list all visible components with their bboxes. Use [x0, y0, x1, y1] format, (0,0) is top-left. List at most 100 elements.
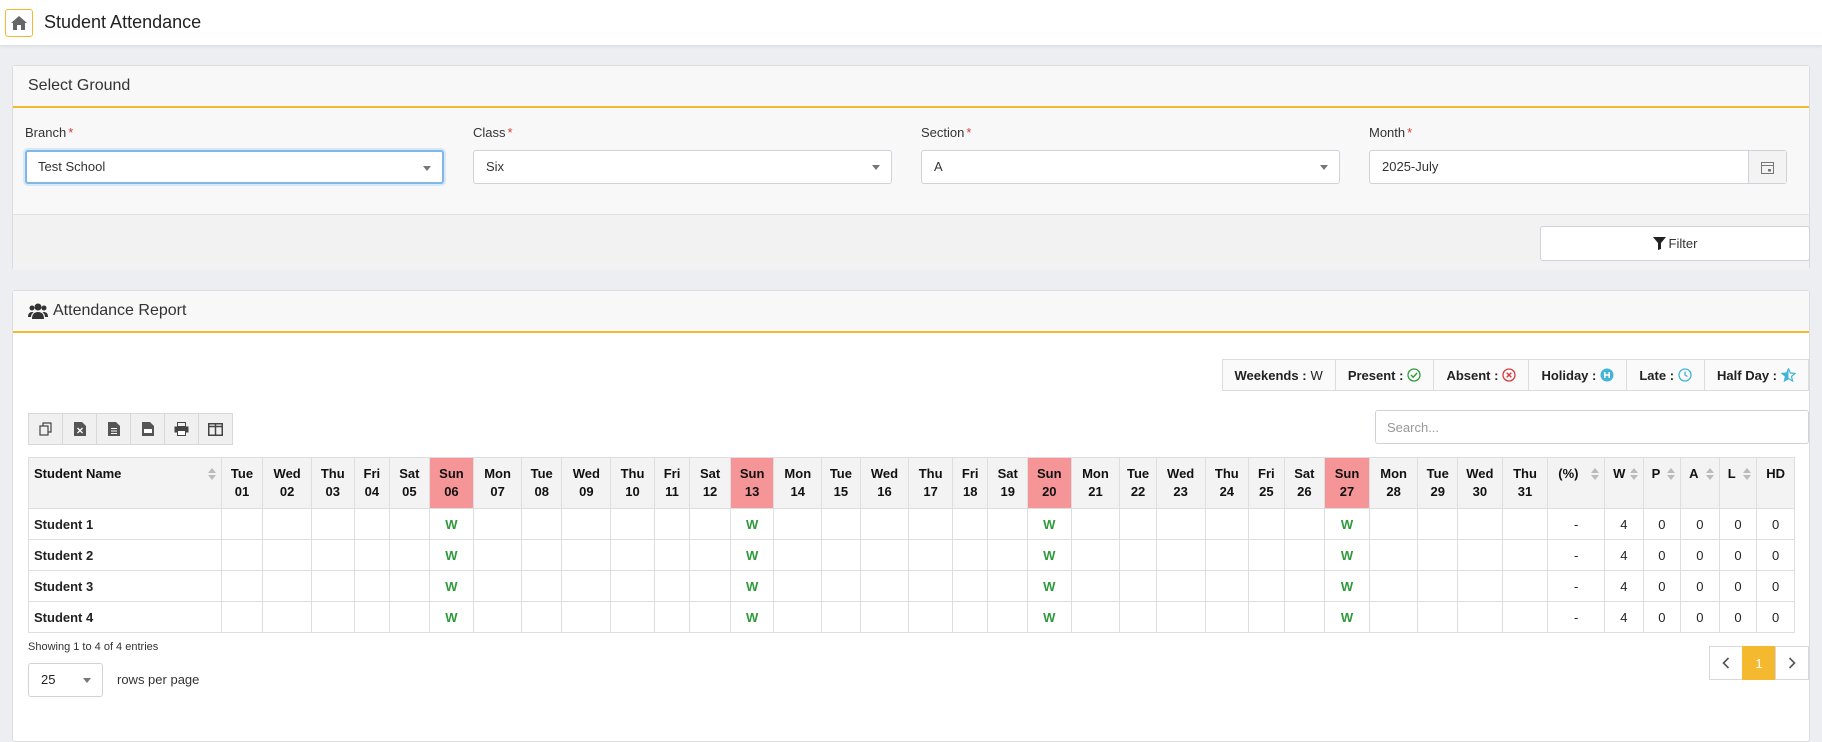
summary-cell-present: 0 [1642, 508, 1682, 540]
rows-per-page-select[interactable]: 25 [28, 663, 103, 697]
day-cell [262, 539, 312, 571]
column-header-day-26: Sat 26 [1283, 457, 1326, 509]
day-cell [951, 570, 989, 602]
day-cell [1119, 539, 1157, 571]
day-cell [561, 508, 612, 540]
day-cell [1417, 508, 1459, 540]
day-cell [220, 508, 264, 540]
day-cell [653, 539, 691, 571]
home-button[interactable] [5, 8, 33, 37]
day-cell [262, 601, 312, 633]
page-title: Student Attendance [44, 12, 202, 32]
calendar-button[interactable] [1748, 151, 1786, 183]
day-cell [1283, 508, 1326, 540]
day-cell: W [428, 570, 475, 602]
summary-cell-absent: 0 [1680, 508, 1720, 540]
day-cell: W [428, 508, 475, 540]
day-cell [987, 601, 1028, 633]
table-row: Student 3WWWW-40000 [28, 570, 1795, 602]
column-header-day-14: Mon 14 [773, 457, 823, 509]
student-name-cell: Student 4 [28, 601, 222, 633]
filter-bar: Filter [13, 214, 1810, 270]
table-info: Showing 1 to 4 of 4 entries [28, 641, 159, 653]
student-name-cell: Student 2 [28, 539, 222, 571]
print-button[interactable] [164, 413, 199, 445]
filter-button[interactable]: Filter [1540, 226, 1810, 261]
excel-button[interactable] [62, 413, 97, 445]
table-row: Student 4WWWW-40000 [28, 601, 1795, 633]
column-header-percent[interactable]: (%) [1547, 457, 1606, 509]
day-cell [859, 539, 910, 571]
day-cell [561, 601, 612, 633]
day-cell [908, 508, 953, 540]
day-cell [653, 508, 691, 540]
column-header-student-name[interactable]: Student Name [28, 457, 222, 509]
day-cell [561, 539, 612, 571]
day-cell: W [1027, 601, 1072, 633]
day-cell [1457, 508, 1503, 540]
day-cell [389, 539, 430, 571]
day-cell [1368, 570, 1419, 602]
day-cell [1204, 539, 1250, 571]
section-label: Section * [921, 125, 972, 140]
attendance-report-panel: Attendance Report Weekends :W Present : … [12, 290, 1810, 742]
day-cell [1155, 601, 1206, 633]
column-header-day-31: Thu 31 [1501, 457, 1549, 509]
day-cell [389, 601, 430, 633]
export-toolbar [28, 413, 233, 445]
branch-select[interactable]: Test School [25, 150, 444, 184]
day-cell: W [729, 601, 775, 633]
column-header-day-07: Mon 07 [473, 457, 522, 509]
column-header-day-16: Wed 16 [859, 457, 910, 509]
pdf-button[interactable] [130, 413, 165, 445]
page-1-button[interactable]: 1 [1742, 646, 1776, 680]
column-header-day-09: Wed 09 [561, 457, 612, 509]
day-cell [473, 508, 522, 540]
summary-cell-half-day: 0 [1756, 570, 1795, 602]
day-cell [773, 570, 823, 602]
day-cell [1457, 601, 1503, 633]
column-header-day-19: Sat 19 [987, 457, 1028, 509]
summary-cell-present: 0 [1642, 539, 1682, 571]
day-cell [689, 601, 731, 633]
rows-per-page-label: rows per page [117, 672, 200, 687]
x-circle-icon [1502, 368, 1517, 382]
day-cell [1070, 539, 1121, 571]
day-cell: W [1027, 539, 1072, 571]
day-cell: W [729, 508, 775, 540]
summary-cell-present: 0 [1642, 570, 1682, 602]
filter-form: Branch * Test School Class * Six Section * … [13, 108, 1809, 214]
column-header-absent[interactable]: A [1680, 457, 1720, 509]
sort-icon [1743, 468, 1752, 480]
columns-button[interactable] [198, 413, 233, 445]
section-select[interactable]: A [921, 150, 1340, 184]
prev-page-button[interactable] [1709, 646, 1743, 680]
next-page-button[interactable] [1775, 646, 1809, 680]
holiday-h-icon [1600, 368, 1614, 382]
chevron-down-icon [423, 166, 431, 171]
chevron-down-icon [1320, 165, 1328, 170]
day-cell [908, 601, 953, 633]
csv-button[interactable] [96, 413, 131, 445]
sort-icon [1667, 468, 1676, 480]
column-header-late[interactable]: L [1718, 457, 1758, 509]
excel-icon [73, 422, 86, 436]
day-cell [1501, 539, 1549, 571]
day-cell [310, 570, 355, 602]
column-header-day-29: Tue 29 [1417, 457, 1459, 509]
column-header-half-day: HD [1756, 457, 1795, 509]
day-cell [1248, 570, 1285, 602]
day-cell [987, 508, 1028, 540]
column-header-weekends[interactable]: W [1604, 457, 1644, 509]
copy-button[interactable] [28, 413, 63, 445]
day-cell: W [1027, 508, 1072, 540]
day-cell [1155, 570, 1206, 602]
month-input[interactable]: 2025-July [1369, 150, 1787, 184]
column-header-present[interactable]: P [1642, 457, 1682, 509]
class-select[interactable]: Six [473, 150, 892, 184]
day-cell [1155, 508, 1206, 540]
search-input[interactable] [1375, 410, 1809, 444]
day-cell [610, 539, 655, 571]
filter-icon [1652, 237, 1666, 250]
clock-icon [1678, 368, 1692, 382]
